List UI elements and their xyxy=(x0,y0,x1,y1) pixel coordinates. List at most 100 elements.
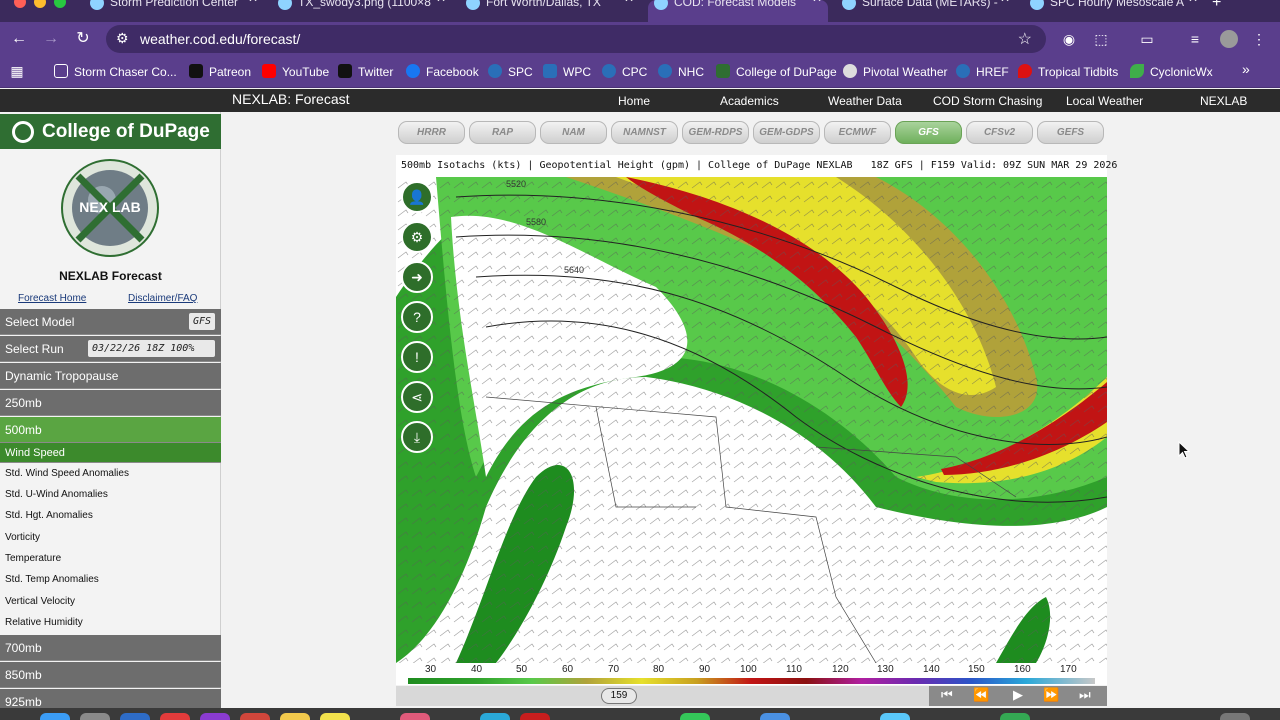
first-frame-icon[interactable]: ⏮ xyxy=(941,687,953,703)
level-dynamic-tropopause[interactable]: Dynamic Tropopause xyxy=(0,363,221,389)
step-back-icon[interactable]: ⏪ xyxy=(973,687,989,703)
play-icon[interactable]: ▶ xyxy=(1013,687,1023,703)
bookmark-item[interactable]: YouTube xyxy=(262,64,329,79)
bookmark-item[interactable]: Facebook xyxy=(406,64,479,79)
minimize-window-icon[interactable] xyxy=(34,0,46,8)
more-bookmarks-icon[interactable]: » xyxy=(1242,61,1250,77)
preview-icon[interactable] xyxy=(880,713,910,720)
param-wind-speed[interactable]: Wind Speed xyxy=(0,443,221,463)
bookmark-item[interactable]: HREF xyxy=(956,64,1009,79)
param-vertical-velocity[interactable]: Vertical Velocity xyxy=(5,596,75,607)
news-icon[interactable] xyxy=(520,713,550,720)
cod-logo[interactable]: College of DuPage xyxy=(0,114,221,149)
param-temperature[interactable]: Temperature xyxy=(5,553,61,564)
level-850mb[interactable]: 850mb xyxy=(0,662,221,688)
address-url[interactable]: weather.cod.edu/forecast/ xyxy=(140,31,300,47)
level-700mb[interactable]: 700mb xyxy=(0,635,221,661)
model-tab-rap[interactable]: RAP xyxy=(469,121,536,144)
select-model-row[interactable]: Select Model GFS xyxy=(0,309,221,335)
model-tab-gfs[interactable]: GFS xyxy=(895,121,962,144)
back-icon[interactable]: ← xyxy=(8,28,30,50)
profile-avatar[interactable] xyxy=(1220,30,1238,48)
model-tab-hrrr[interactable]: HRRR xyxy=(398,121,465,144)
puzzle-icon[interactable]: ⬚ xyxy=(1092,30,1110,48)
param-vorticity[interactable]: Vorticity xyxy=(5,532,40,543)
bookmark-star-icon[interactable]: ☆ xyxy=(1018,29,1032,49)
app-icon[interactable] xyxy=(200,713,230,720)
bookmark-item[interactable]: CPC xyxy=(602,64,647,79)
alert-icon[interactable]: ! xyxy=(401,341,433,373)
nav-academics[interactable]: Academics xyxy=(720,94,779,108)
param-relative-humidity[interactable]: Relative Humidity xyxy=(5,617,83,628)
bookmark-item[interactable]: SPC xyxy=(488,64,533,79)
browser-tab[interactable]: Fort Worth/Dallas, TX✕ xyxy=(460,0,640,22)
app-icon[interactable] xyxy=(1000,713,1030,720)
calendar-icon[interactable] xyxy=(240,713,270,720)
site-settings-icon[interactable]: ⚙ xyxy=(116,30,129,47)
select-model-value[interactable]: GFS xyxy=(188,313,215,330)
music-icon[interactable] xyxy=(400,713,430,720)
browser-tab[interactable]: Surface Data (METARs) -✕ xyxy=(836,0,1016,22)
forecast-hour-slider-handle[interactable]: 159 xyxy=(601,688,637,704)
arrow-icon[interactable]: ➜ xyxy=(401,261,433,293)
trash-icon[interactable] xyxy=(1220,713,1250,720)
nav-nexlab[interactable]: NEXLAB xyxy=(1200,94,1247,108)
select-run-value[interactable]: 03/22/26 18Z 100% xyxy=(88,340,215,357)
model-tab-ecmwf[interactable]: ECMWF xyxy=(824,121,891,144)
param-std-hgt-anomalies[interactable]: Std. Hgt. Anomalies xyxy=(5,510,93,521)
level-500mb[interactable]: 500mb xyxy=(0,417,221,443)
share-icon[interactable]: ⋖ xyxy=(401,381,433,413)
app-store-icon[interactable] xyxy=(480,713,510,720)
address-bar[interactable]: ⚙ weather.cod.edu/forecast/ ☆ xyxy=(106,25,1046,53)
apps-grid-icon[interactable]: ▦ xyxy=(8,62,26,80)
nav-home[interactable]: Home xyxy=(618,94,650,108)
extension-icon[interactable]: ◉ xyxy=(1060,30,1078,48)
bookmark-item[interactable]: Twitter xyxy=(338,64,393,79)
finder-icon[interactable] xyxy=(40,713,70,720)
param-std-wind-speed-anomalies[interactable]: Std. Wind Speed Anomalies xyxy=(5,468,129,479)
stickies-icon[interactable] xyxy=(320,713,350,720)
close-window-icon[interactable] xyxy=(14,0,26,8)
bookmark-item[interactable]: Patreon xyxy=(189,64,251,79)
browser-tab[interactable]: Storm Prediction Center✕ xyxy=(84,0,264,22)
launchpad-icon[interactable] xyxy=(80,713,110,720)
chrome-icon[interactable] xyxy=(160,713,190,720)
disclaimer-faq-link[interactable]: Disclaimer/FAQ xyxy=(128,293,197,304)
bookmark-item[interactable]: Pivotal Weather xyxy=(843,64,948,79)
forecast-home-link[interactable]: Forecast Home xyxy=(18,293,86,304)
model-tab-gefs[interactable]: GEFS xyxy=(1037,121,1104,144)
browser-tab[interactable]: SPC Hourly Mesoscale A✕ xyxy=(1024,0,1204,22)
level-250mb[interactable]: 250mb xyxy=(0,390,221,416)
param-std-temp-anomalies[interactable]: Std. Temp Anomalies xyxy=(5,574,99,585)
forward-icon[interactable]: → xyxy=(40,28,62,50)
browser-tab[interactable]: TX_swody3.png (1100×8✕ xyxy=(272,0,452,22)
bookmark-item[interactable]: WPC xyxy=(543,64,591,79)
model-tab-gem-gdps[interactable]: GEM-GDPS xyxy=(753,121,820,144)
reload-icon[interactable]: ↻ xyxy=(72,28,94,50)
model-tab-cfsv2[interactable]: CFSv2 xyxy=(966,121,1033,144)
nav-storm-chasing[interactable]: COD Storm Chasing xyxy=(933,94,1042,108)
new-tab-icon[interactable]: + xyxy=(1212,0,1221,12)
nav-local-weather[interactable]: Local Weather xyxy=(1066,94,1143,108)
bookmark-item[interactable]: CyclonicWx xyxy=(1130,64,1213,79)
mail-icon[interactable] xyxy=(760,713,790,720)
maximize-window-icon[interactable] xyxy=(54,0,66,8)
user-icon[interactable]: 👤 xyxy=(401,181,433,213)
model-tab-namnst[interactable]: NAMNST xyxy=(611,121,678,144)
bookmark-item[interactable]: College of DuPage xyxy=(716,64,837,79)
menu-icon[interactable]: ⋮ xyxy=(1250,30,1268,48)
nav-weather-data[interactable]: Weather Data xyxy=(828,94,902,108)
messages-icon[interactable] xyxy=(680,713,710,720)
bookmark-item[interactable]: Tropical Tidbits xyxy=(1018,64,1118,79)
model-tab-gem-rdps[interactable]: GEM-RDPS xyxy=(682,121,749,144)
select-run-row[interactable]: Select Run 03/22/26 18Z 100% xyxy=(0,336,221,362)
download-icon[interactable]: ⤓ xyxy=(401,421,433,453)
gear-icon[interactable]: ⚙ xyxy=(401,221,433,253)
notes-icon[interactable] xyxy=(280,713,310,720)
param-std-u-wind-anomalies[interactable]: Std. U-Wind Anomalies xyxy=(5,489,108,500)
last-frame-icon[interactable]: ⏭ xyxy=(1079,687,1091,703)
bookmark-item[interactable]: NHC xyxy=(658,64,704,79)
bookmark-item[interactable]: Storm Chaser Co... xyxy=(54,64,177,79)
site-brand[interactable]: NEXLAB: Forecast xyxy=(232,91,350,107)
model-tab-nam[interactable]: NAM xyxy=(540,121,607,144)
